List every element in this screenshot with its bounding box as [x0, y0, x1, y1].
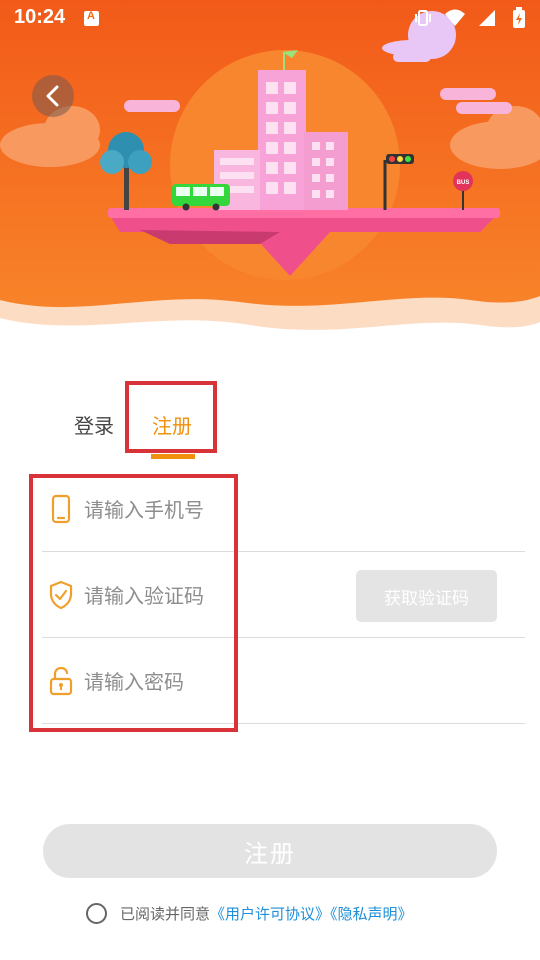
city-illustration: BUS: [0, 0, 540, 360]
wifi-icon: [444, 7, 466, 29]
privacy-link[interactable]: 《隐私声明》: [330, 905, 413, 923]
battery-charging-icon: [508, 7, 530, 29]
signal-icon: [476, 7, 498, 29]
bus-sign-text: BUS: [457, 180, 470, 186]
annotation-box-tab: [125, 381, 217, 453]
header-illustration: BUS: [0, 0, 540, 360]
agreement-checkbox[interactable]: [86, 903, 107, 924]
terms-link[interactable]: 《用户许可协议》: [210, 905, 330, 923]
chevron-left-icon: [46, 85, 59, 107]
tab-active-indicator: [151, 454, 195, 459]
get-verification-code-button[interactable]: 获取验证码: [356, 570, 497, 622]
tab-login[interactable]: 登录: [74, 410, 114, 439]
status-bar: 10:24: [0, 0, 540, 36]
vibrate-icon: [412, 7, 434, 29]
status-icons: [412, 6, 530, 30]
status-time: 10:24: [14, 6, 66, 28]
annotation-box-fields: [29, 474, 238, 732]
register-submit-button[interactable]: 注册: [43, 824, 497, 878]
back-button[interactable]: [32, 75, 74, 117]
agreement-text: 已阅读并同意: [120, 905, 211, 923]
agreement-row: 已阅读并同意《用户许可协议》《隐私声明》: [120, 903, 413, 924]
notification-icon: [84, 10, 99, 26]
